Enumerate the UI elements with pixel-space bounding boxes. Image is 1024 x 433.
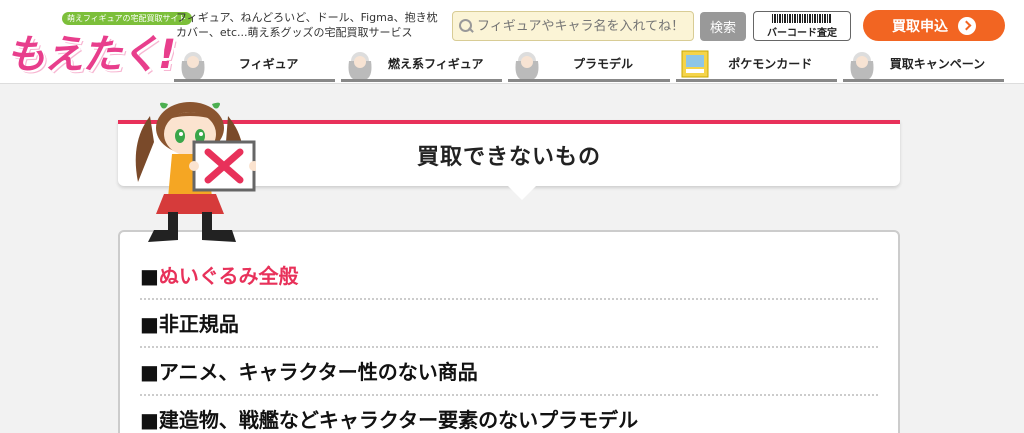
list-item-text: 非正規品	[158, 312, 239, 336]
main-nav: フィギュア 燃え系フィギュア プラモデル ポケモンカード 買取キャンペーン	[174, 48, 1005, 82]
square-bullet-icon: ■	[140, 264, 159, 288]
nav-item-figure[interactable]: フィギュア	[174, 48, 336, 82]
list-item-text: 建造物、戦艦などキャラクター要素のないプラモデル	[158, 408, 639, 432]
search-icon	[459, 19, 473, 33]
purchase-apply-button[interactable]: 買取申込	[863, 10, 1005, 41]
list-item: ■ぬいぐるみ全般	[140, 252, 878, 300]
nav-item-action-figure[interactable]: 燃え系フィギュア	[341, 48, 503, 82]
list-item-text: ぬいぐるみ全般	[158, 264, 299, 288]
nav-item-campaign[interactable]: 買取キャンペーン	[842, 48, 1005, 82]
not-accepted-list: ■ぬいぐるみ全般 ■非正規品 ■アニメ、キャラクター性のない商品 ■建造物、戦艦…	[118, 230, 900, 433]
character-thumb-icon	[515, 52, 539, 79]
nav-label: 買取キャンペーン	[889, 57, 986, 71]
character-thumb-icon	[850, 52, 874, 79]
site-header: 萌えフィギュアの宅配買取サイト もえたく! フィギュア、ねんどろいど、ドール、F…	[0, 0, 1024, 84]
list-item-text: アニメ、キャラクター性のない商品	[158, 360, 478, 384]
square-bullet-icon: ■	[140, 360, 159, 384]
character-thumb-icon	[181, 52, 205, 79]
mascot-character	[135, 102, 256, 242]
arrow-right-icon	[958, 16, 976, 35]
card-thumb-icon	[681, 50, 709, 78]
square-bullet-icon: ■	[140, 408, 159, 432]
nav-item-pokemon-card[interactable]: ポケモンカード	[675, 48, 837, 82]
square-bullet-icon: ■	[140, 312, 159, 336]
list-item: ■アニメ、キャラクター性のない商品	[140, 348, 878, 396]
nav-label: フィギュア	[238, 57, 299, 71]
barcode-label: バーコード査定	[767, 27, 837, 39]
nav-label: 燃え系フィギュア	[388, 57, 484, 71]
barcode-icon	[772, 13, 832, 23]
nav-item-plastic-model[interactable]: プラモデル	[508, 48, 670, 82]
list-item: ■非正規品	[140, 300, 878, 348]
character-thumb-icon	[348, 52, 372, 79]
barcode-appraisal-button[interactable]: バーコード査定	[753, 11, 851, 41]
search-box[interactable]	[452, 11, 694, 41]
page-title: 買取できないもの	[416, 145, 601, 170]
nav-label: プラモデル	[573, 57, 634, 71]
site-logo[interactable]: 萌えフィギュアの宅配買取サイト もえたく!	[4, 8, 192, 78]
list-item: ■建造物、戦艦などキャラクター要素のないプラモデル	[140, 396, 878, 433]
site-tagline: フィギュア、ねんどろいど、ドール、Figma、抱き枕カバー、etc...萌え系グ…	[176, 11, 438, 39]
title-pointer	[508, 186, 536, 200]
search-button[interactable]: 検索	[700, 12, 746, 41]
purchase-apply-label: 買取申込	[892, 18, 948, 35]
nav-label: ポケモンカード	[728, 57, 813, 71]
logo-text: もえたく!	[6, 32, 176, 78]
search-input[interactable]	[477, 18, 687, 34]
